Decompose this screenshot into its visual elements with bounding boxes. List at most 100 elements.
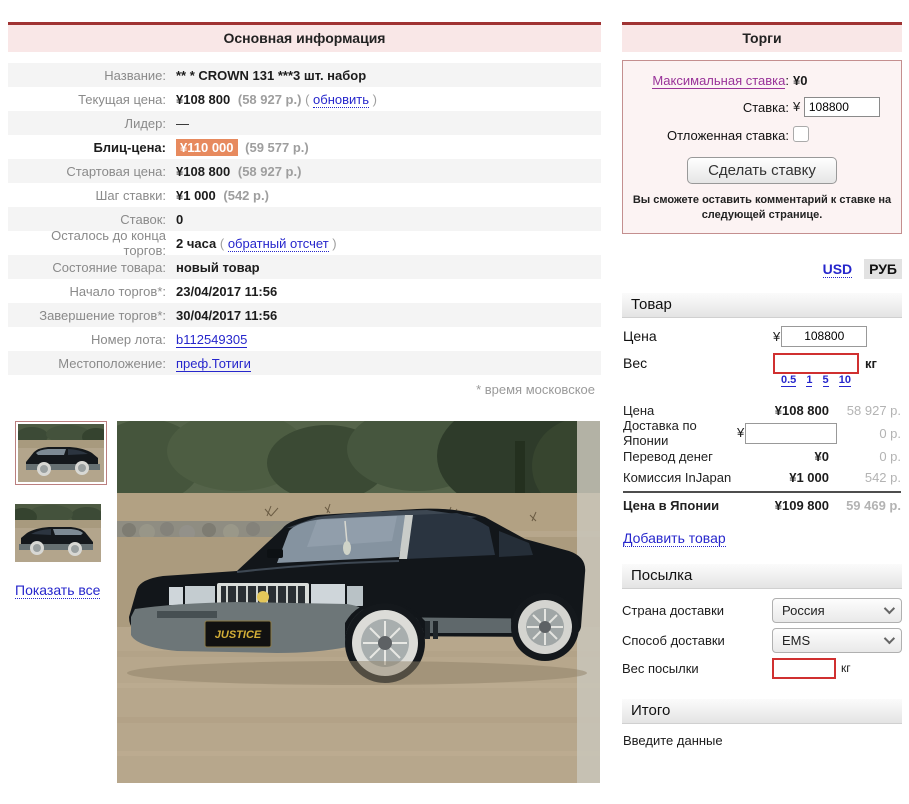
tab-usd[interactable]: USD bbox=[822, 260, 853, 278]
weight-unit: кг bbox=[865, 355, 877, 371]
info-label: Состояние товара: bbox=[52, 259, 166, 275]
price-breakdown: Цена ¥108 800 58 927 р. Доставка по Япон… bbox=[623, 400, 901, 515]
info-row-leader: Лидер: — bbox=[8, 111, 601, 135]
product-weight-label: Вес bbox=[623, 355, 648, 372]
breakdown-total-row: Цена в Японии ¥109 800 59 469 р. bbox=[623, 490, 901, 515]
paren: ( bbox=[219, 235, 228, 251]
country-label: Страна доставки bbox=[622, 602, 725, 618]
main-info-table: Название: ** * CROWN 131 ***3 шт. набор … bbox=[8, 63, 601, 375]
bidding-header: Торги bbox=[622, 22, 902, 52]
deferred-bid-checkbox[interactable] bbox=[793, 126, 809, 142]
info-row-start-date: Начало торгов*: 23/04/2017 11:56 bbox=[8, 279, 601, 303]
countdown-link[interactable]: обратный отсчет bbox=[227, 235, 329, 252]
info-label: Стартовая цена: bbox=[66, 163, 166, 179]
info-row-location: Местоположение: преф.Тотиги bbox=[8, 351, 601, 375]
blitz-price-rub: (59 577 р.) bbox=[245, 139, 309, 155]
place-bid-button[interactable]: Сделать ставку bbox=[687, 157, 837, 184]
info-label: Номер лота: bbox=[91, 331, 166, 347]
weight-preset-10[interactable]: 10 bbox=[838, 373, 851, 387]
paren: ) bbox=[328, 235, 337, 251]
product-section: Цена ¥ Вес кг 0.5 1 5 10 Цена ¥108 800 5… bbox=[622, 318, 902, 548]
breakdown-label: Комиссия InJapan bbox=[623, 469, 732, 485]
info-row-end-date: Завершение торгов*: 30/04/2017 11:56 bbox=[8, 303, 601, 327]
japan-shipping-input[interactable] bbox=[745, 422, 838, 444]
main-info-header: Основная информация bbox=[8, 22, 601, 52]
info-label: Название: bbox=[104, 67, 166, 83]
start-price-rub: (58 927 р.) bbox=[237, 163, 302, 179]
bid-label: Ставка: bbox=[742, 99, 789, 115]
breakdown-label: Перевод денег bbox=[623, 448, 713, 464]
info-label: Шаг ставки: bbox=[95, 187, 166, 203]
product-price-input[interactable] bbox=[781, 325, 868, 347]
thumbnail-list: Показать все bbox=[8, 421, 117, 783]
refresh-link[interactable]: обновить bbox=[313, 91, 370, 108]
breakdown-rub: 0 р. bbox=[879, 425, 901, 441]
total-label: Цена в Японии bbox=[623, 498, 720, 514]
moscow-time-note: * время московское bbox=[476, 382, 595, 397]
chevron-down-icon bbox=[883, 633, 896, 645]
bid-count: 0 bbox=[176, 211, 184, 227]
country-select[interactable]: Россия bbox=[772, 597, 902, 623]
parcel-weight-input[interactable] bbox=[772, 657, 836, 679]
breakdown-label: Доставка по Японии bbox=[623, 418, 697, 449]
parcel-weight-unit: кг bbox=[841, 661, 851, 676]
weight-preset-0.5[interactable]: 0.5 bbox=[781, 373, 797, 387]
bid-step-yen: ¥1 000 bbox=[176, 187, 216, 203]
paren: ( bbox=[305, 91, 314, 107]
current-price-rub: (58 927 р.) bbox=[237, 91, 302, 107]
start-price-yen: ¥108 800 bbox=[176, 163, 231, 179]
start-date: 23/04/2017 11:56 bbox=[176, 283, 278, 299]
breakdown-row-japan-shipping: Доставка по Японии ¥ 0 р. bbox=[623, 418, 901, 449]
breakdown-rub: 58 927 р. bbox=[846, 402, 901, 418]
max-bid-link[interactable]: Максимальная ставка bbox=[652, 73, 786, 89]
info-label: Ставок: bbox=[120, 211, 166, 227]
info-label: Блиц-цена: bbox=[93, 139, 166, 155]
location-link[interactable]: преф.Тотиги bbox=[176, 355, 251, 372]
bidding-panel: Торги Максимальная ставка: ¥0 Ставка: ¥ … bbox=[622, 22, 902, 748]
blitz-price-yen: ¥110 000 bbox=[176, 138, 238, 156]
total-section-header: Итого bbox=[622, 698, 902, 724]
thumbnail-1[interactable] bbox=[15, 421, 107, 485]
info-row-start-price: Стартовая цена: ¥108 800 (58 927 р.) bbox=[8, 159, 601, 183]
shipping-method-select[interactable]: EMS bbox=[772, 627, 902, 653]
info-label: Начало торгов*: bbox=[69, 283, 166, 299]
shipping-method-value: EMS bbox=[782, 632, 811, 648]
lot-number-link[interactable]: b112549305 bbox=[176, 331, 248, 348]
product-price-label: Цена bbox=[623, 328, 657, 345]
end-date: 30/04/2017 11:56 bbox=[176, 307, 278, 323]
paren: ) bbox=[369, 91, 377, 107]
shipping-method-label: Способ доставки bbox=[622, 632, 725, 648]
weight-preset-1[interactable]: 1 bbox=[806, 373, 813, 387]
info-row-condition: Состояние товара: новый товар bbox=[8, 255, 601, 279]
bid-input-cell: ¥ bbox=[793, 97, 893, 117]
auction-page: Основная информация Название: ** * CROWN… bbox=[0, 0, 909, 804]
main-photo[interactable]: JUSTICE bbox=[117, 421, 600, 783]
yen-sign: ¥ bbox=[793, 99, 801, 114]
info-row-current-price: Текущая цена: ¥108 800 (58 927 р.) ( обн… bbox=[8, 87, 601, 111]
chevron-down-icon bbox=[883, 603, 896, 615]
info-row-bid-step: Шаг ставки: ¥1 000 (542 р.) bbox=[8, 183, 601, 207]
add-product-link[interactable]: Добавить товар bbox=[623, 530, 726, 547]
info-label: Осталось до конца торгов: bbox=[51, 228, 166, 258]
country-select-value: Россия bbox=[782, 602, 825, 618]
total-message: Введите данные bbox=[623, 732, 723, 748]
photo-gallery: Показать все JUSTICE bbox=[8, 421, 601, 783]
total-yen: ¥109 800 bbox=[774, 498, 829, 514]
product-section-header: Товар bbox=[622, 292, 902, 318]
thumbnail-2[interactable] bbox=[15, 504, 101, 562]
bid-step-rub: (542 р.) bbox=[223, 187, 269, 203]
product-weight-input[interactable] bbox=[773, 352, 859, 374]
current-price-yen: ¥108 800 bbox=[176, 91, 231, 107]
main-info-panel: Основная информация Название: ** * CROWN… bbox=[8, 22, 601, 783]
breakdown-row-commission: Комиссия InJapan ¥1 000 542 р. bbox=[623, 467, 901, 488]
max-bid-value: ¥0 bbox=[793, 73, 808, 88]
yen-sign: ¥ bbox=[773, 328, 781, 344]
show-all-photos-link[interactable]: Показать все bbox=[15, 582, 101, 599]
info-label: Текущая цена: bbox=[78, 91, 166, 107]
bid-amount-input[interactable] bbox=[803, 97, 880, 117]
info-row-title: Название: ** * CROWN 131 ***3 шт. набор bbox=[8, 63, 601, 87]
weight-preset-5[interactable]: 5 bbox=[822, 373, 829, 387]
lot-title: ** * CROWN 131 ***3 шт. набор bbox=[176, 67, 367, 83]
tab-rub[interactable]: РУБ bbox=[864, 258, 902, 279]
info-row-blitz-price: Блиц-цена: ¥110 000 (59 577 р.) bbox=[8, 135, 601, 159]
